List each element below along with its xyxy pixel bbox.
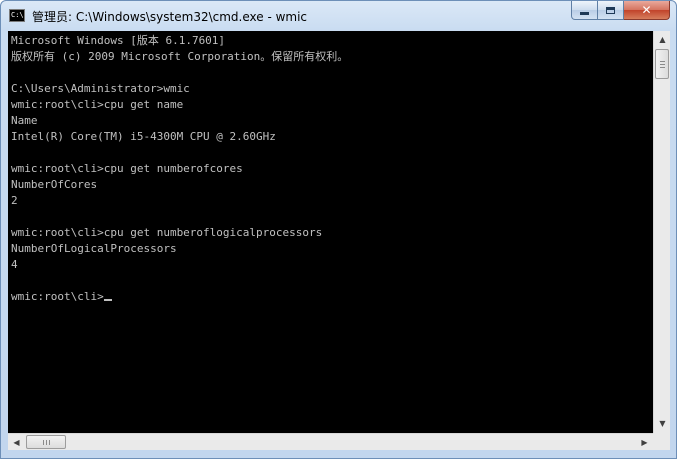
console-line: C:\Users\Administrator>wmic (11, 82, 190, 95)
scrollbar-corner (653, 433, 670, 450)
scroll-left-arrow-icon[interactable]: ◀ (8, 434, 25, 451)
console-line: Name (11, 114, 38, 127)
console-line: wmic:root\cli>cpu get numberofcores (11, 162, 243, 175)
grip-line (660, 67, 665, 68)
caption-buttons: ✕ (571, 1, 670, 21)
minimize-button[interactable] (571, 1, 598, 20)
console-line: 2 (11, 194, 18, 207)
console-line: NumberOfLogicalProcessors (11, 242, 177, 255)
console-line: 4 (11, 258, 18, 271)
grip-line (660, 61, 665, 62)
horizontal-scrollbar[interactable]: ◀ ▶ (8, 433, 653, 450)
console-line: Intel(R) Core(TM) i5-4300M CPU @ 2.60GHz (11, 130, 276, 143)
minimize-icon (580, 11, 589, 15)
close-icon: ✕ (641, 3, 652, 17)
grip-line (49, 440, 50, 445)
close-button[interactable]: ✕ (624, 1, 670, 20)
console-line: Microsoft Windows [版本 6.1.7601] (11, 34, 226, 47)
scroll-down-arrow-icon[interactable]: ▼ (654, 415, 671, 432)
maximize-button[interactable] (598, 1, 624, 20)
text-cursor (103, 299, 112, 301)
console-line: wmic:root\cli>cpu get name (11, 98, 184, 111)
cmd-console-icon[interactable]: C:\ (9, 9, 25, 22)
vertical-scrollbar[interactable]: ▲ ▼ (653, 31, 670, 433)
console-line: NumberOfCores (11, 178, 98, 191)
grip-line (43, 440, 44, 445)
vertical-scroll-thumb[interactable] (655, 49, 669, 79)
cmd-window: C:\ 管理员: C:\Windows\system32\cmd.exe - w… (0, 0, 677, 459)
grip-line (46, 440, 47, 445)
title-bar[interactable]: C:\ 管理员: C:\Windows\system32\cmd.exe - w… (1, 1, 676, 31)
console-output: Microsoft Windows [版本 6.1.7601] 版权所有 (c) … (8, 31, 653, 305)
console-area[interactable]: Microsoft Windows [版本 6.1.7601] 版权所有 (c) … (8, 31, 653, 433)
scroll-right-arrow-icon[interactable]: ▶ (636, 434, 653, 451)
window-title: 管理员: C:\Windows\system32\cmd.exe - wmic (32, 10, 308, 24)
horizontal-scroll-thumb[interactable] (26, 435, 66, 449)
console-line: 版权所有 (c) 2009 Microsoft Corporation。保留所有… (11, 50, 349, 63)
console-line: wmic:root\cli> (11, 289, 653, 305)
maximize-icon (606, 6, 615, 14)
scroll-up-arrow-icon[interactable]: ▲ (654, 31, 671, 48)
grip-line (660, 64, 665, 65)
console-line: wmic:root\cli>cpu get numberoflogicalpro… (11, 226, 323, 239)
